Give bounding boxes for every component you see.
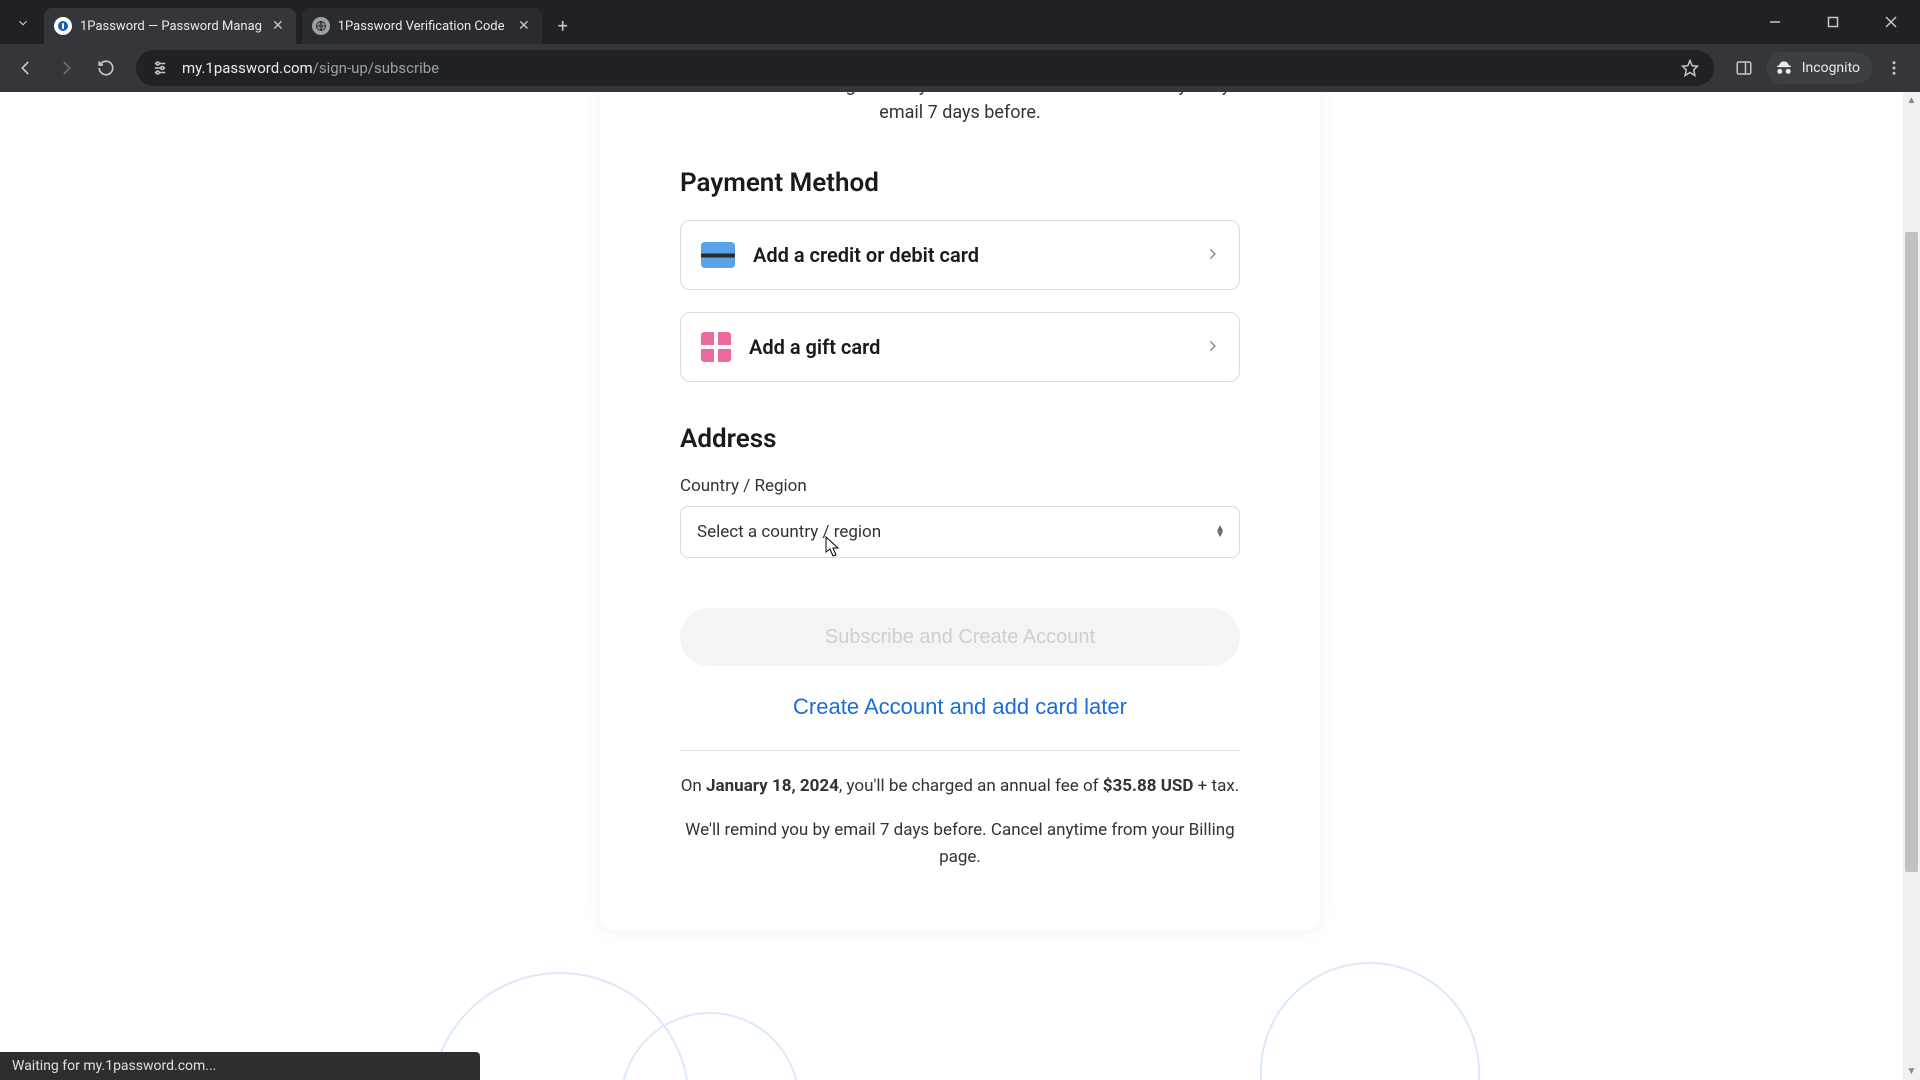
tab-title: 1Password — Password Manag — [80, 19, 262, 34]
minimize-button[interactable] — [1746, 0, 1804, 44]
reload-button[interactable] — [88, 50, 124, 86]
status-bar: Waiting for my.1password.com... — [0, 1052, 480, 1080]
vertical-scrollbar[interactable]: ▲ ▼ — [1903, 92, 1920, 1080]
window-controls — [1746, 0, 1920, 44]
scrollbar-thumb[interactable] — [1905, 232, 1918, 872]
incognito-indicator[interactable]: Incognito — [1766, 52, 1872, 84]
site-settings-icon[interactable] — [148, 56, 172, 80]
add-gift-card-option[interactable]: Add a gift card — [680, 312, 1240, 382]
tab-active[interactable]: 1Password — Password Manag ✕ — [44, 8, 296, 44]
url-text: my.1password.com/sign-up/subscribe — [182, 59, 1668, 77]
forward-button[interactable] — [48, 50, 84, 86]
back-button[interactable] — [8, 50, 44, 86]
credit-card-icon — [701, 242, 735, 268]
tab-inactive[interactable]: 1Password Verification Code ✕ — [302, 8, 542, 44]
url-path: /sign-up/subscribe — [313, 59, 439, 77]
new-tab-button[interactable]: + — [548, 11, 578, 41]
onepassword-favicon — [54, 17, 72, 35]
bookmark-icon[interactable] — [1678, 56, 1702, 80]
maximize-button[interactable] — [1804, 0, 1862, 44]
close-window-button[interactable] — [1862, 0, 1920, 44]
scroll-down-arrow[interactable]: ▼ — [1903, 1063, 1920, 1080]
billing-disclosure: On January 18, 2024, you'll be charged a… — [680, 773, 1240, 799]
side-panel-icon[interactable] — [1726, 50, 1762, 86]
browser-menu-icon[interactable] — [1876, 50, 1912, 86]
country-label: Country / Region — [680, 476, 1240, 496]
tab-search-dropdown[interactable] — [6, 6, 40, 40]
divider — [680, 750, 1240, 751]
create-account-later-link[interactable]: Create Account and add card later — [680, 694, 1240, 720]
add-gift-card-label: Add a gift card — [749, 335, 1187, 359]
billing-suffix: + tax. — [1193, 776, 1239, 796]
trial-notice: You will not be charged until your free … — [680, 92, 1240, 126]
page-viewport: You will not be charged until your free … — [0, 92, 1920, 1080]
billing-price: $35.88 USD — [1103, 776, 1194, 796]
url-host: my.1password.com — [182, 59, 313, 77]
browser-tab-strip: 1Password — Password Manag ✕ 1Password V… — [0, 0, 1920, 44]
subscribe-button[interactable]: Subscribe and Create Account — [680, 608, 1240, 666]
chevron-right-icon — [1205, 246, 1219, 265]
tab-title: 1Password Verification Code — [338, 19, 508, 34]
browser-toolbar: my.1password.com/sign-up/subscribe Incog… — [0, 44, 1920, 92]
country-select[interactable]: Select a country / region ▲▼ — [680, 506, 1240, 558]
gift-card-icon — [701, 332, 731, 362]
close-icon[interactable]: ✕ — [516, 19, 532, 33]
address-bar[interactable]: my.1password.com/sign-up/subscribe — [136, 50, 1714, 86]
incognito-icon — [1774, 58, 1794, 78]
incognito-label: Incognito — [1802, 60, 1860, 76]
billing-mid: , you'll be charged an annual fee of — [839, 776, 1103, 796]
payment-method-heading: Payment Method — [680, 168, 1240, 198]
billing-date: January 18, 2024 — [706, 776, 839, 796]
close-icon[interactable]: ✕ — [270, 19, 286, 33]
scroll-up-arrow[interactable]: ▲ — [1903, 92, 1920, 109]
reminder-disclosure: We'll remind you by email 7 days before.… — [680, 817, 1240, 870]
address-heading: Address — [680, 424, 1240, 454]
add-credit-card-label: Add a credit or debit card — [753, 243, 1187, 267]
select-caret-icon: ▲▼ — [1215, 526, 1225, 538]
signup-card: You will not be charged until your free … — [600, 92, 1320, 930]
chevron-right-icon — [1205, 338, 1219, 357]
add-credit-card-option[interactable]: Add a credit or debit card — [680, 220, 1240, 290]
country-select-value: Select a country / region — [697, 522, 881, 542]
globe-favicon — [312, 17, 330, 35]
billing-prefix: On — [681, 776, 706, 796]
